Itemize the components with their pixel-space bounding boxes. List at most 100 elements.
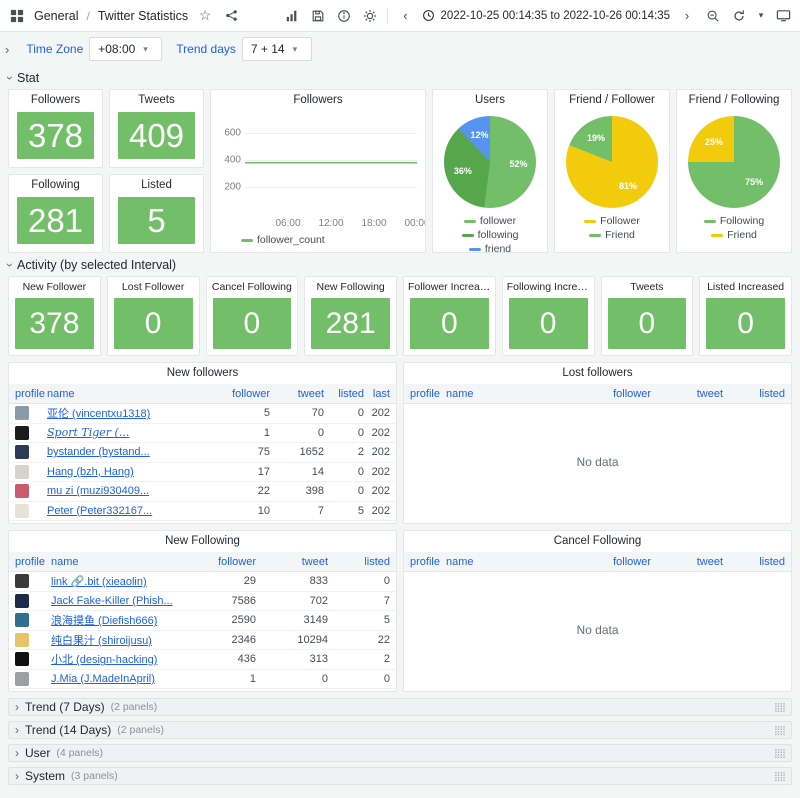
dashboard-row-collapsed[interactable]: ›System(3 panels)⣿⣿	[8, 767, 792, 785]
profile-link[interactable]: mu zi (muzi930409...	[47, 485, 149, 497]
pie-chart[interactable]	[444, 116, 536, 208]
refresh-icon[interactable]	[730, 7, 748, 25]
panel-title[interactable]: New Following	[9, 531, 396, 552]
panel-title[interactable]: Tweets	[110, 90, 203, 111]
breadcrumb-folder[interactable]: General	[34, 9, 78, 23]
column-header-tweet[interactable]: tweet	[256, 556, 328, 568]
profile-avatar	[15, 406, 29, 420]
drag-handle-icon[interactable]: ⣿⣿	[774, 771, 785, 782]
panel-title[interactable]: Following	[9, 175, 102, 196]
apps-grid-icon[interactable]	[8, 7, 26, 25]
column-header-profile[interactable]: profile	[410, 388, 446, 400]
zoom-out-icon[interactable]	[704, 7, 722, 25]
column-header-follower[interactable]: follower	[573, 388, 651, 400]
legend-item[interactable]: follower_count	[241, 234, 325, 246]
profile-link[interactable]: 亚伦 (vincentxu1318)	[47, 408, 150, 420]
dashboard-settings-icon[interactable]	[361, 7, 379, 25]
panel-title[interactable]: Followers	[211, 90, 425, 111]
column-header-listed[interactable]: listed	[324, 388, 364, 400]
panel-title[interactable]: Lost followers	[404, 363, 791, 384]
profile-link[interactable]: 小北 (design-hacking)	[51, 654, 157, 666]
profile-link[interactable]: Peter (Peter332167...	[47, 505, 152, 517]
column-header-profile[interactable]: profile	[410, 556, 446, 568]
dashboard-row-collapsed[interactable]: ›User(4 panels)⣿⣿	[8, 744, 792, 762]
pie-chart[interactable]	[566, 116, 658, 208]
legend-item[interactable]: following	[462, 229, 519, 241]
row-header-activity[interactable]: › Activity (by selected Interval)	[8, 253, 792, 276]
panel-title[interactable]: Followers	[9, 90, 102, 111]
table-row: Ebco (Ebco1996)3571443	[9, 689, 396, 692]
column-header-profile[interactable]: profile	[15, 388, 47, 400]
dashboard-title[interactable]: Twitter Statistics	[98, 9, 188, 23]
panel-title[interactable]: Tweets	[602, 277, 693, 298]
legend-item[interactable]: Follower	[584, 215, 640, 227]
drag-handle-icon[interactable]: ⣿⣿	[774, 702, 785, 713]
refresh-interval-caret-icon[interactable]: ▾	[756, 7, 766, 25]
chevron-right-icon: ›	[15, 723, 19, 737]
add-panel-icon[interactable]	[283, 7, 301, 25]
panel-title[interactable]: Lost Follower	[108, 277, 199, 298]
profile-avatar	[15, 523, 29, 524]
legend-item[interactable]: follower	[464, 215, 516, 227]
save-dashboard-icon[interactable]	[309, 7, 327, 25]
row-header-stat[interactable]: › Stat	[8, 66, 792, 89]
panel-title[interactable]: Cancel Following	[404, 531, 791, 552]
legend-item[interactable]: Friend	[711, 229, 757, 241]
drag-handle-icon[interactable]: ⣿⣿	[774, 748, 785, 759]
column-header-name[interactable]: name	[446, 556, 573, 568]
panel-title[interactable]: Cancel Following	[207, 277, 298, 298]
dashboard-row-collapsed[interactable]: ›Trend (7 Days)(2 panels)⣿⣿	[8, 698, 792, 716]
panel-title[interactable]: New Following	[305, 277, 396, 298]
panel-title[interactable]: Users	[433, 90, 547, 111]
column-header-follower[interactable]: follower	[224, 388, 270, 400]
star-icon[interactable]: ☆	[196, 7, 214, 25]
panel-title[interactable]: Following Increased	[503, 277, 594, 298]
profile-link[interactable]: Hang (bzh, Hang)	[47, 466, 134, 478]
tv-mode-icon[interactable]	[774, 7, 792, 25]
column-header-follower[interactable]: follower	[573, 556, 651, 568]
profile-link[interactable]: link 🔗.bit (xieaolin)	[51, 576, 147, 588]
table-cell: 436	[178, 653, 256, 665]
legend-item[interactable]: friend	[469, 243, 511, 252]
dashboard-row-collapsed[interactable]: ›Trend (14 Days)(2 panels)⣿⣿	[8, 721, 792, 739]
column-header-name[interactable]: name	[51, 556, 178, 568]
panel-title[interactable]: New followers	[9, 363, 396, 384]
time-shift-back-icon[interactable]: ‹	[396, 7, 414, 25]
column-header-profile[interactable]: profile	[15, 556, 51, 568]
dashboard-insights-icon[interactable]	[335, 7, 353, 25]
legend-item[interactable]: Friend	[589, 229, 635, 241]
expand-sidebar-chevron-icon[interactable]: ›	[2, 42, 12, 57]
column-header-follower[interactable]: follower	[178, 556, 256, 568]
time-shift-forward-icon[interactable]: ›	[678, 7, 696, 25]
profile-link[interactable]: J.Mia (J.MadeInApril)	[51, 673, 155, 685]
legend-swatch	[241, 239, 253, 242]
profile-link[interactable]: Jack Fake-Killer (Phish...	[51, 595, 173, 607]
panel-title[interactable]: Listed	[110, 175, 203, 196]
column-header-listed[interactable]: listed	[328, 556, 390, 568]
column-header-name[interactable]: name	[47, 388, 224, 400]
profile-link[interactable]: Sport Tiger (...	[47, 426, 129, 439]
panel-title[interactable]: New Follower	[9, 277, 100, 298]
column-header-tweet[interactable]: tweet	[651, 388, 723, 400]
profile-link[interactable]: 纯白果汁 (shiroijusu)	[51, 635, 152, 647]
panel-title[interactable]: Listed Increased	[700, 277, 791, 298]
column-header-tweet[interactable]: tweet	[651, 556, 723, 568]
drag-handle-icon[interactable]: ⣿⣿	[774, 725, 785, 736]
time-range-picker[interactable]: 2022-10-25 00:14:35 to 2022-10-26 00:14:…	[422, 9, 670, 22]
column-header-name[interactable]: name	[446, 388, 573, 400]
legend-item[interactable]: Following	[704, 215, 764, 227]
column-header-tweet[interactable]: tweet	[270, 388, 324, 400]
panel-title[interactable]: Follower Increased	[404, 277, 495, 298]
profile-link[interactable]: 浪海摸鱼 (Diefish666)	[51, 615, 157, 627]
share-icon[interactable]	[222, 7, 240, 25]
profile-link[interactable]: bystander (bystand...	[47, 446, 150, 458]
column-header-listed[interactable]: listed	[723, 556, 785, 568]
panel-title[interactable]: Friend / Following	[677, 90, 791, 111]
panel-title[interactable]: Friend / Follower	[555, 90, 669, 111]
column-header-last[interactable]: last	[364, 388, 390, 400]
trend-days-select[interactable]: 7 + 14 ▾	[242, 37, 312, 61]
stat-value-box: 281	[17, 197, 94, 244]
pie-chart[interactable]	[688, 116, 780, 208]
column-header-listed[interactable]: listed	[723, 388, 785, 400]
timezone-select[interactable]: +08:00 ▾	[89, 37, 162, 61]
